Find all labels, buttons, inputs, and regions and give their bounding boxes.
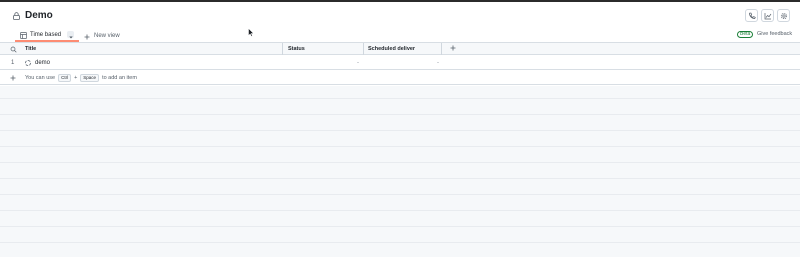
- give-feedback-link[interactable]: Give feedback: [757, 31, 792, 37]
- new-view-label: New view: [94, 32, 120, 39]
- page-title[interactable]: Demo: [25, 10, 53, 21]
- hint-prefix: You can use: [25, 74, 56, 81]
- row-line: [0, 226, 800, 227]
- table-row[interactable]: 1 demo - -: [0, 55, 800, 70]
- scheduled-cell[interactable]: -: [437, 55, 439, 70]
- row-line: [0, 210, 800, 211]
- settings-button[interactable]: [777, 9, 790, 22]
- chart-icon: [764, 12, 772, 20]
- row-line: [0, 98, 800, 99]
- tab-label: Time based: [30, 31, 62, 38]
- row-line: [0, 146, 800, 147]
- item-title[interactable]: demo: [35, 60, 50, 66]
- empty-table-area: [0, 86, 800, 257]
- row-line: [0, 242, 800, 243]
- column-divider[interactable]: [441, 43, 442, 55]
- hint-suffix: to add an item: [102, 74, 137, 81]
- row-line: [0, 114, 800, 115]
- phone-icon: [748, 12, 756, 20]
- new-view-button[interactable]: New view: [84, 29, 120, 42]
- add-item-hint: You can use Ctrl + Space to add an item: [25, 70, 137, 85]
- status-cell[interactable]: -: [357, 55, 359, 70]
- column-header-status[interactable]: Status: [288, 43, 305, 55]
- kbd-ctrl: Ctrl: [58, 73, 72, 82]
- row-number: 1: [11, 59, 15, 66]
- add-item-row[interactable]: You can use Ctrl + Space to add an item: [0, 70, 800, 85]
- column-header-title[interactable]: Title: [25, 43, 36, 55]
- column-header-scheduled-deliver[interactable]: Scheduled deliver: [368, 43, 415, 55]
- row-line: [0, 178, 800, 179]
- beta-badge: Beta: [737, 31, 754, 38]
- add-column-button[interactable]: [450, 43, 456, 55]
- kbd-space: Space: [80, 73, 100, 82]
- table-header: Title Status Scheduled deliver: [0, 43, 800, 55]
- search-icon[interactable]: [10, 43, 17, 55]
- title-group: Demo: [13, 10, 53, 21]
- tab-time-based[interactable]: Time based: [15, 26, 80, 44]
- column-divider[interactable]: [282, 43, 283, 55]
- lock-icon: [13, 11, 20, 20]
- row-line: [0, 130, 800, 131]
- chevron-down-icon: [68, 26, 73, 44]
- workflows-button[interactable]: [745, 9, 758, 22]
- title-cell[interactable]: demo: [25, 55, 50, 70]
- insights-button[interactable]: [761, 9, 774, 22]
- view-bar: Time based New view Beta Give feedback: [0, 29, 800, 42]
- row-line: [0, 162, 800, 163]
- table-icon: [20, 26, 27, 44]
- project-header: Demo: [0, 2, 800, 28]
- gear-icon: [780, 12, 788, 20]
- plus-icon: [450, 45, 456, 53]
- column-divider[interactable]: [363, 43, 364, 55]
- plus-icon[interactable]: [10, 70, 16, 85]
- view-options-button[interactable]: [67, 31, 75, 38]
- header-actions: [745, 9, 790, 22]
- row-line: [0, 194, 800, 195]
- draft-status-icon: [25, 59, 31, 66]
- hint-plus: +: [74, 74, 78, 81]
